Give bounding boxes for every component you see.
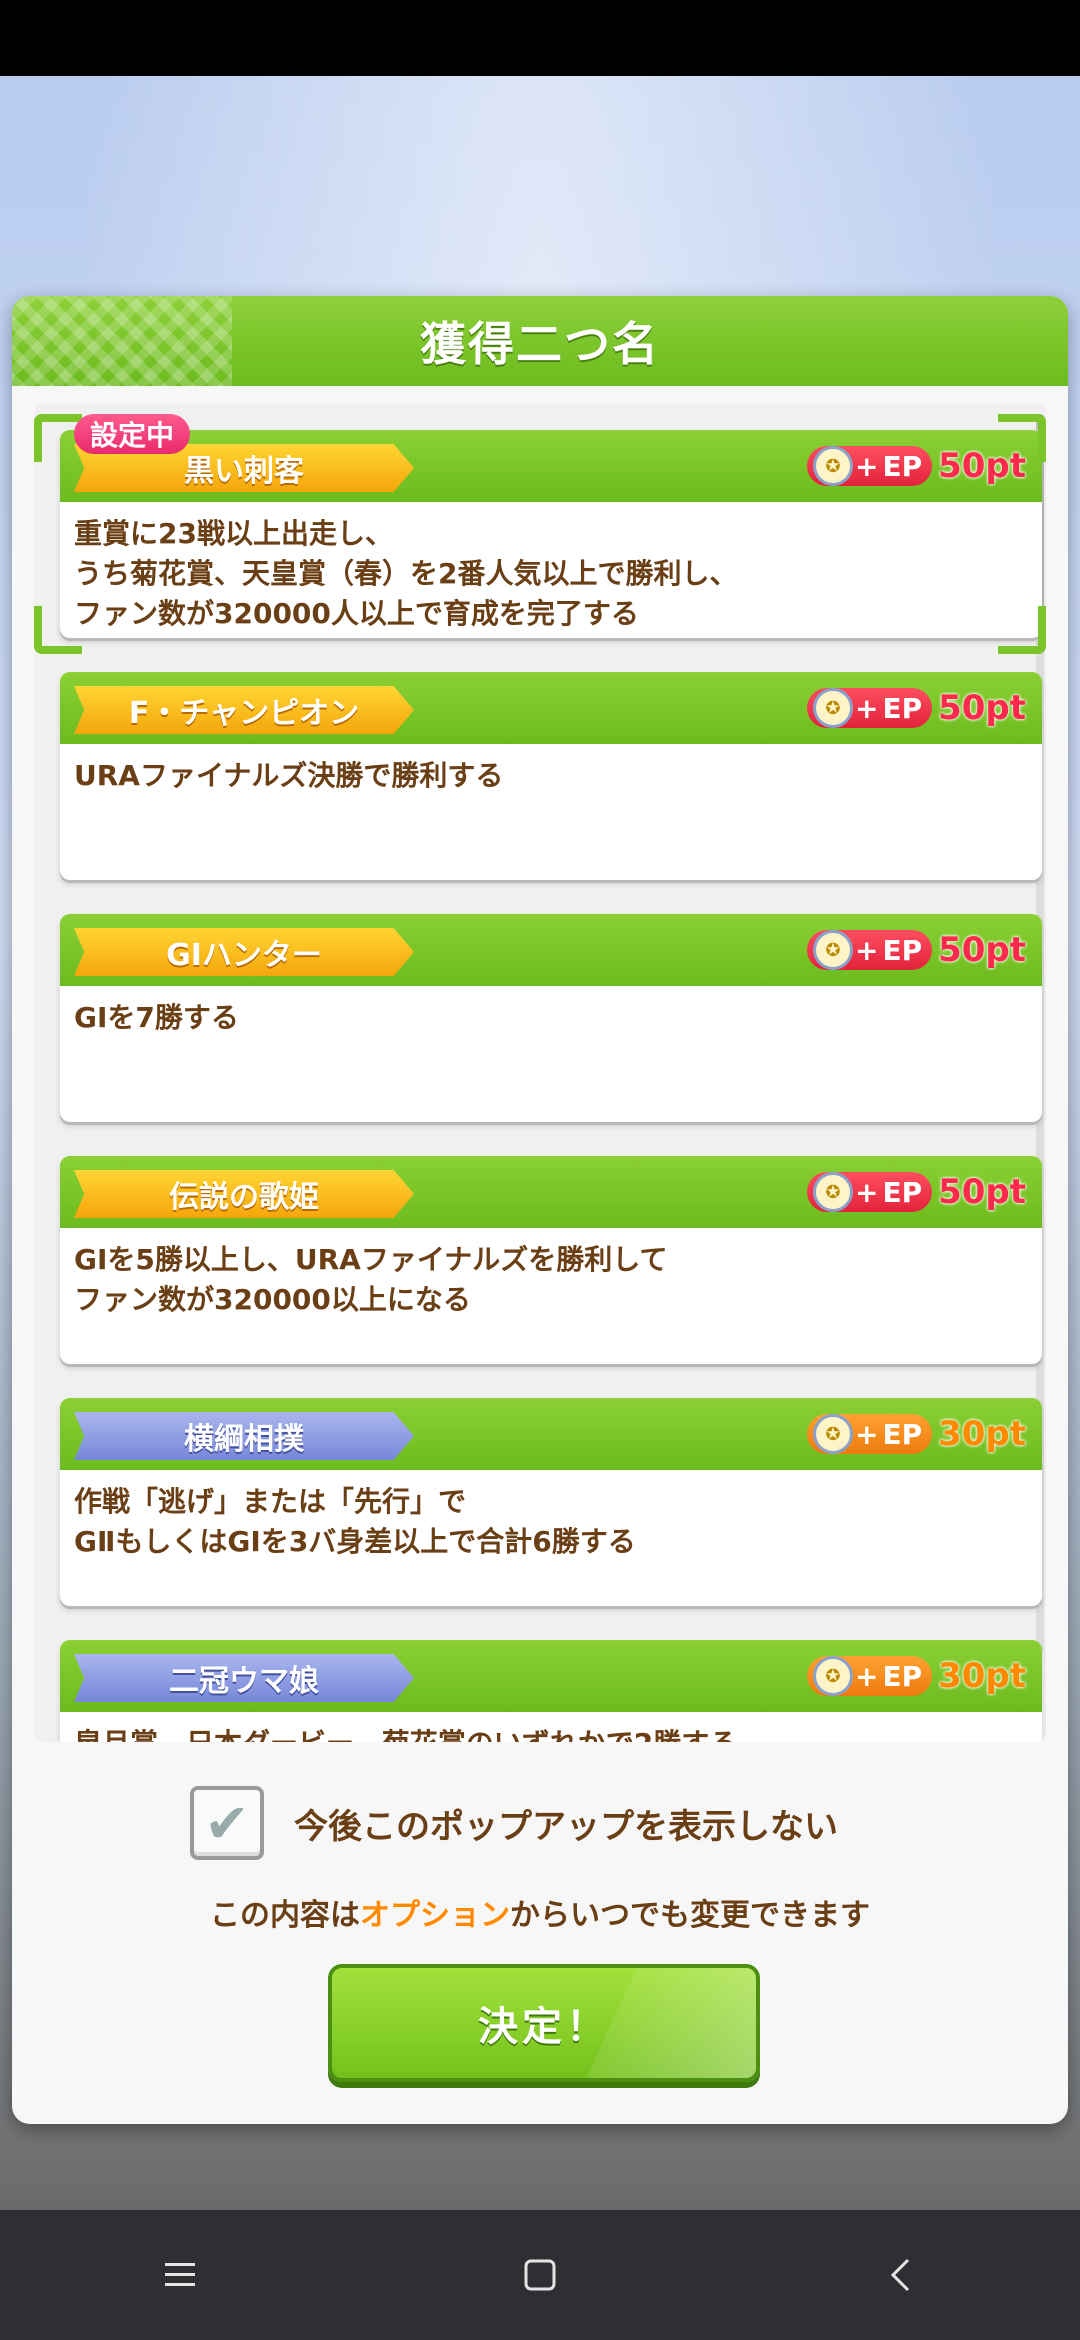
card-header: 伝説の歌姫 ✪ + EP 50pt: [60, 1156, 1042, 1228]
epithet-card[interactable]: 横綱相撲 ✪ + EP 30pt 作戦「逃げ」または「先行」で GⅡもしくはGⅠを3…: [60, 1398, 1042, 1606]
epithet-card[interactable]: 伝説の歌姫 ✪ + EP 50pt GⅠを5勝以上し、URAファイナルズを勝利して …: [60, 1156, 1042, 1364]
epithet-name: GⅠハンター: [74, 928, 414, 976]
coin-icon: ✪: [812, 688, 853, 728]
ep-badge: ✪ + EP 50pt: [806, 686, 1026, 730]
ep-badge: ✪ + EP 50pt: [806, 444, 1026, 488]
option-link: オプション: [360, 1898, 510, 1933]
coin-icon: ✪: [812, 1172, 853, 1212]
menu-icon[interactable]: [120, 2230, 240, 2320]
epithet-dialog: 獲得二つ名 黒い刺客 ✪ + EP 50pt 重賞に23戦以上出走し、 うち菊花賞、…: [12, 296, 1068, 2124]
system-nav-bar: [0, 2210, 1080, 2340]
status-bar: [0, 0, 1080, 76]
ep-label: EP: [882, 691, 923, 725]
header-pattern: [12, 296, 232, 386]
ep-points: 30pt: [938, 1656, 1026, 1696]
dialog-title: 獲得二つ名: [420, 317, 660, 371]
ep-label: EP: [882, 449, 923, 483]
card-header: F・チャンピオン ✪ + EP 50pt: [60, 672, 1042, 744]
current-setting-badge: 設定中: [74, 414, 191, 454]
ep-badge: ✪ + EP 30pt: [806, 1412, 1026, 1456]
epithet-name: 伝説の歌姫: [74, 1170, 414, 1218]
coin-icon: ✪: [812, 1414, 853, 1454]
epithet-list[interactable]: 黒い刺客 ✪ + EP 50pt 重賞に23戦以上出走し、 うち菊花賞、天皇賞（春）…: [34, 404, 1046, 1742]
epithet-card[interactable]: GⅠハンター ✪ + EP 50pt GⅠを7勝する: [60, 914, 1042, 1122]
ep-pill: ✪ + EP: [806, 1172, 933, 1212]
hide-popup-label: 今後このポップアップを表示しない: [294, 1806, 838, 1847]
back-icon[interactable]: [840, 2230, 960, 2320]
ep-points: 30pt: [938, 1414, 1026, 1454]
epithet-description: 作戦「逃げ」または「先行」で GⅡもしくはGⅠを3バ身差以上で合計6勝する: [74, 1485, 636, 1558]
check-icon: ✔: [204, 1791, 250, 1855]
card-header: 横綱相撲 ✪ + EP 30pt: [60, 1398, 1042, 1470]
button-shine: [586, 1968, 756, 2078]
ep-badge: ✪ + EP 50pt: [806, 1170, 1026, 1214]
epithet-description: GⅠを5勝以上し、URAファイナルズを勝利して ファン数が320000以上になる: [74, 1243, 668, 1316]
ep-pill: ✪ + EP: [806, 1656, 933, 1696]
ep-pill: ✪ + EP: [806, 1414, 933, 1454]
option-note: この内容はオプションからいつでも変更できます: [12, 1890, 1068, 1934]
ep-badge: ✪ + EP 30pt: [806, 1654, 1026, 1698]
confirm-button[interactable]: 決定！: [328, 1964, 760, 2082]
coin-icon: ✪: [812, 1656, 853, 1696]
card-header: 黒い刺客 ✪ + EP 50pt: [60, 430, 1042, 502]
epithet-name: 二冠ウマ娘: [74, 1654, 414, 1702]
coin-icon: ✪: [812, 446, 853, 486]
card-header: 二冠ウマ娘 ✪ + EP 30pt: [60, 1640, 1042, 1712]
ep-label: EP: [882, 1175, 923, 1209]
epithet-card[interactable]: 黒い刺客 ✪ + EP 50pt 重賞に23戦以上出走し、 うち菊花賞、天皇賞（春）…: [60, 430, 1042, 638]
ep-label: EP: [882, 933, 923, 967]
epithet-description: 重賞に23戦以上出走し、 うち菊花賞、天皇賞（春）を2番人気以上で勝利し、 ファ…: [74, 517, 738, 630]
ep-badge: ✪ + EP 50pt: [806, 928, 1026, 972]
ep-pill: ✪ + EP: [806, 930, 933, 970]
epithet-card[interactable]: F・チャンピオン ✪ + EP 50pt URAファイナルズ決勝で勝利する: [60, 672, 1042, 880]
option-note-before: この内容は: [210, 1898, 360, 1933]
card-header: GⅠハンター ✪ + EP 50pt: [60, 914, 1042, 986]
ep-points: 50pt: [938, 930, 1026, 970]
ep-points: 50pt: [938, 446, 1026, 486]
epithet-description: URAファイナルズ決勝で勝利する: [74, 759, 504, 792]
option-note-after: からいつでも変更できます: [510, 1898, 870, 1933]
ep-label: EP: [882, 1417, 923, 1451]
ep-points: 50pt: [938, 688, 1026, 728]
epithet-card[interactable]: 二冠ウマ娘 ✪+EP 30pt 皐月賞、日本ダービー、菊花賞のいずれかで2勝する: [60, 1640, 1042, 1742]
epithet-description: 皐月賞、日本ダービー、菊花賞のいずれかで2勝する: [74, 1724, 1024, 1742]
dialog-header: 獲得二つ名: [12, 296, 1068, 386]
epithet-description: GⅠを7勝する: [74, 1001, 239, 1034]
ep-pill: ✪ + EP: [806, 688, 933, 728]
epithet-name: 横綱相撲: [74, 1412, 414, 1460]
ep-points: 50pt: [938, 1172, 1026, 1212]
ep-label: EP: [882, 1659, 923, 1693]
confirm-label: 決定！: [478, 2004, 610, 2050]
ep-pill: ✪ + EP: [806, 446, 933, 486]
home-icon[interactable]: [480, 2230, 600, 2320]
epithet-name: F・チャンピオン: [74, 686, 414, 734]
coin-icon: ✪: [812, 930, 853, 970]
hide-popup-checkbox[interactable]: ✔: [190, 1786, 264, 1860]
hide-popup-option[interactable]: ✔ 今後このポップアップを表示しない: [190, 1786, 838, 1860]
